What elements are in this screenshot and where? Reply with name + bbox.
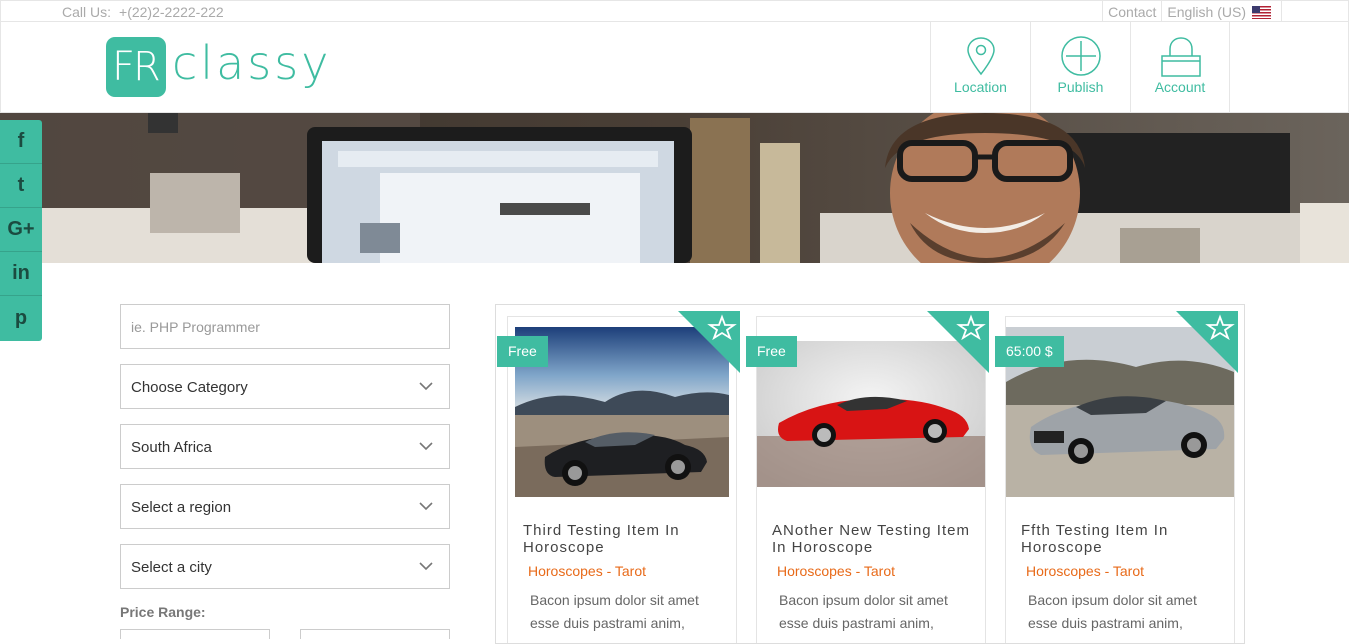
category-select-value: Choose Category: [131, 379, 248, 396]
site-header: FR classy Location Publish Account: [0, 22, 1349, 113]
language-selector[interactable]: English (US): [1161, 1, 1282, 22]
top-links: Contact English (US): [1102, 1, 1282, 22]
listing-description: Bacon ipsum dolor sit amet esse duis pas…: [530, 592, 699, 631]
nav-account-label: Account: [1154, 79, 1206, 95]
logo-mark-text: FR: [112, 44, 161, 90]
logo[interactable]: FR classy: [106, 36, 332, 97]
country-select-value: South Africa: [131, 439, 212, 456]
pinterest-icon[interactable]: p: [0, 296, 42, 340]
nav-publish[interactable]: Publish: [1030, 22, 1130, 112]
price-range-label: Price Range:: [120, 604, 206, 620]
google-plus-icon[interactable]: G+: [0, 208, 42, 252]
nav-location[interactable]: Location: [930, 22, 1030, 112]
plus-circle-icon: [1061, 36, 1101, 76]
twitter-icon[interactable]: t: [0, 164, 42, 208]
logo-word: classy: [172, 36, 332, 90]
favorite-ribbon[interactable]: [1176, 311, 1238, 373]
price-max-input[interactable]: [300, 629, 450, 639]
listing-description: Bacon ipsum dolor sit amet esse duis pas…: [1028, 592, 1197, 631]
chevron-down-icon: [419, 502, 433, 511]
chevron-down-icon: [419, 442, 433, 451]
us-flag-icon: [1252, 6, 1271, 19]
facebook-icon[interactable]: f: [0, 120, 42, 164]
linkedin-icon[interactable]: in: [0, 252, 42, 296]
call-us-label: Call Us:: [62, 4, 112, 20]
listing-title[interactable]: Ffth Testing Item In Horoscope: [1021, 522, 1221, 556]
contact-link[interactable]: Contact: [1102, 1, 1161, 22]
listing-title[interactable]: ANother New Testing Item In Horoscope: [772, 522, 972, 556]
region-select-value: Select a region: [131, 499, 232, 516]
top-bar: Call Us: +(22)2-2222-222 Contact English …: [0, 0, 1349, 22]
language-label: English (US): [1167, 4, 1246, 20]
search-input[interactable]: ie. PHP Programmer: [120, 304, 450, 349]
listing-category[interactable]: Horoscopes - Tarot: [777, 563, 895, 579]
search-filters: ie. PHP Programmer Choose Category South…: [120, 304, 450, 639]
nav-publish-label: Publish: [1057, 79, 1104, 95]
chevron-down-icon: [419, 382, 433, 391]
hero-photo: [0, 113, 1349, 263]
listing-card[interactable]: Free ANother New Testing Item In Horosco…: [746, 311, 989, 643]
nav-location-label: Location: [954, 79, 1007, 95]
listing-card[interactable]: Free Third Testing Item In Horoscope Hor…: [497, 311, 740, 643]
category-select[interactable]: Choose Category: [120, 364, 450, 409]
listing-category[interactable]: Horoscopes - Tarot: [1026, 563, 1144, 579]
favorite-ribbon[interactable]: [927, 311, 989, 373]
chevron-down-icon: [419, 562, 433, 571]
listings-panel: Free Third Testing Item In Horoscope Hor…: [495, 304, 1245, 644]
location-pin-icon: [967, 37, 995, 76]
price-min-input[interactable]: [120, 629, 270, 639]
nav-account[interactable]: Account: [1130, 22, 1230, 112]
price-badge: 65:00 $: [995, 336, 1064, 367]
hero-banner: [0, 113, 1349, 263]
region-select[interactable]: Select a region: [120, 484, 450, 529]
city-select[interactable]: Select a city: [120, 544, 450, 589]
listing-description: Bacon ipsum dolor sit amet esse duis pas…: [779, 592, 948, 631]
phone-number[interactable]: +(22)2-2222-222: [119, 4, 224, 20]
listing-card[interactable]: 65:00 $ Ffth Testing Item In Horoscope H…: [995, 311, 1238, 643]
country-select[interactable]: South Africa: [120, 424, 450, 469]
price-badge: Free: [746, 336, 797, 367]
price-badge: Free: [497, 336, 548, 367]
lock-icon: [1161, 37, 1201, 77]
listing-title[interactable]: Third Testing Item In Horoscope: [523, 522, 723, 556]
header-nav: Location Publish Account: [930, 22, 1230, 112]
favorite-ribbon[interactable]: [678, 311, 740, 373]
listing-category[interactable]: Horoscopes - Tarot: [528, 563, 646, 579]
logo-mark: FR: [106, 37, 166, 97]
social-sidebar: f t G+ in p: [0, 120, 42, 341]
city-select-value: Select a city: [131, 559, 212, 576]
call-us: Call Us: +(22)2-2222-222: [62, 4, 224, 20]
